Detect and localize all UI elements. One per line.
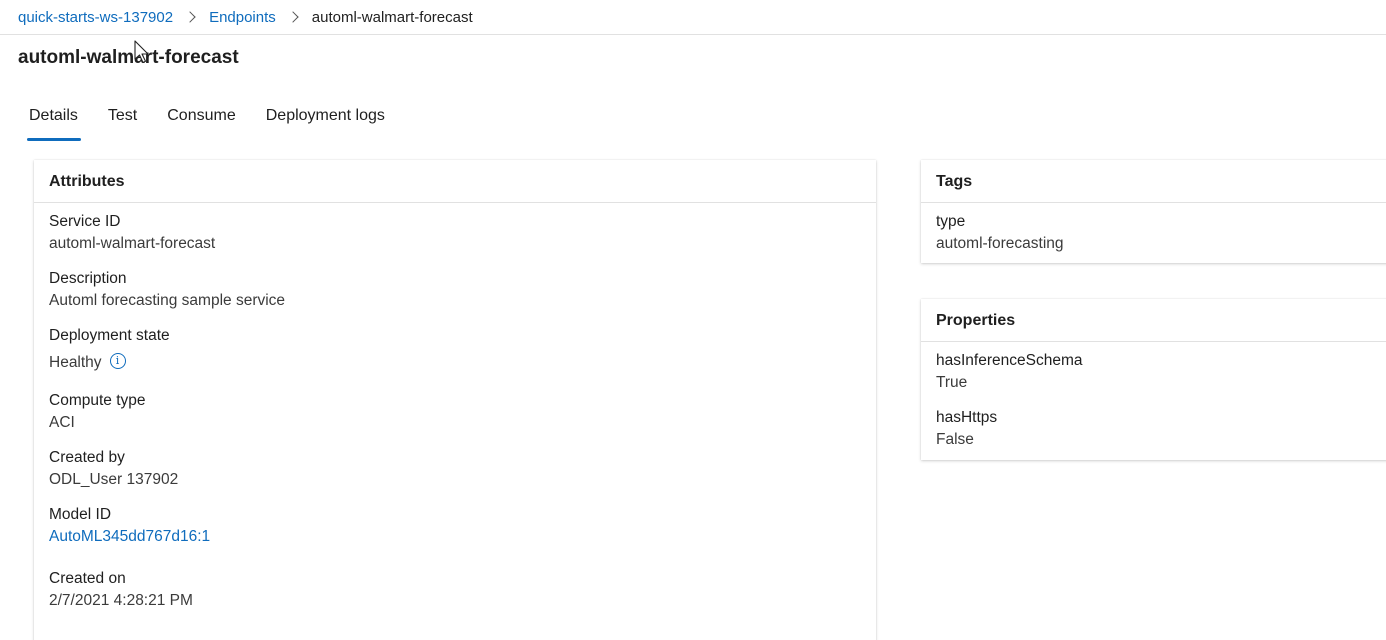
tag-key: type	[936, 213, 966, 230]
deployment-state-row: Healthy i	[49, 351, 861, 374]
deployment-state-value: Healthy	[49, 354, 102, 371]
created-by-label: Created by	[49, 449, 125, 466]
breadcrumb-workspace-link[interactable]: quick-starts-ws-137902	[18, 9, 173, 26]
info-icon[interactable]: i	[109, 353, 126, 369]
page-title: automl-walmart-forecast	[18, 47, 239, 68]
created-on-label: Created on	[49, 570, 126, 587]
description-field: Description Automl forecasting sample se…	[49, 268, 861, 312]
tags-card: Tags type automl-forecasting	[921, 160, 1386, 263]
created-by-field: Created by ODL_User 137902	[49, 447, 861, 491]
properties-body: hasInferenceSchema True hasHttps False	[921, 342, 1386, 451]
service-id-label: Service ID	[49, 213, 121, 230]
created-on-field: Created on 2/7/2021 4:28:21 PM	[49, 568, 861, 612]
model-id-link[interactable]: AutoML345dd767d16:1	[49, 525, 861, 548]
service-id-value: automl-walmart-forecast	[49, 235, 216, 252]
compute-type-label: Compute type	[49, 392, 146, 409]
chevron-right-icon	[184, 11, 196, 23]
deployment-state-label: Deployment state	[49, 327, 170, 344]
tag-value: automl-forecasting	[936, 235, 1064, 252]
description-label: Description	[49, 270, 127, 287]
attributes-header: Attributes	[34, 160, 876, 203]
tab-details[interactable]: Details	[18, 103, 90, 141]
created-on-value: 2/7/2021 4:28:21 PM	[49, 592, 193, 609]
tab-deployment-logs[interactable]: Deployment logs	[254, 103, 397, 129]
mouse-pointer-icon	[134, 40, 149, 64]
header-divider	[0, 34, 1386, 35]
model-id-field: Model ID AutoML345dd767d16:1	[49, 504, 861, 548]
tags-header: Tags	[921, 160, 1386, 203]
tab-consume[interactable]: Consume	[155, 103, 247, 129]
compute-type-value: ACI	[49, 414, 75, 431]
properties-header: Properties	[921, 299, 1386, 342]
property-value: True	[936, 374, 968, 391]
property-key: hasHttps	[936, 409, 998, 426]
created-by-value: ODL_User 137902	[49, 471, 179, 488]
tag-item: type automl-forecasting	[936, 211, 1376, 255]
properties-card: Properties hasInferenceSchema True hasHt…	[921, 299, 1386, 460]
breadcrumb-current: automl-walmart-forecast	[311, 8, 473, 26]
property-item: hasHttps False	[936, 407, 1376, 451]
tab-bar: Details Test Consume Deployment logs	[18, 103, 397, 141]
tab-test[interactable]: Test	[96, 103, 149, 129]
attributes-card: Attributes Service ID automl-walmart-for…	[34, 160, 876, 640]
property-item: hasInferenceSchema True	[936, 350, 1376, 394]
model-id-label: Model ID	[49, 506, 112, 523]
deployment-state-field: Deployment state Healthy i	[49, 325, 861, 374]
breadcrumb: quick-starts-ws-137902 Endpoints automl-…	[18, 6, 473, 28]
breadcrumb-endpoints-link[interactable]: Endpoints	[209, 9, 276, 26]
service-id-field: Service ID automl-walmart-forecast	[49, 211, 861, 255]
tags-body: type automl-forecasting	[921, 203, 1386, 255]
chevron-right-icon	[287, 11, 299, 23]
endpoint-details-page: quick-starts-ws-137902 Endpoints automl-…	[0, 0, 1386, 640]
property-value: False	[936, 431, 974, 448]
compute-type-field: Compute type ACI	[49, 390, 861, 434]
description-value: Automl forecasting sample service	[49, 292, 286, 309]
attributes-body: Service ID automl-walmart-forecast Descr…	[34, 203, 876, 612]
property-key: hasInferenceSchema	[936, 352, 1083, 369]
